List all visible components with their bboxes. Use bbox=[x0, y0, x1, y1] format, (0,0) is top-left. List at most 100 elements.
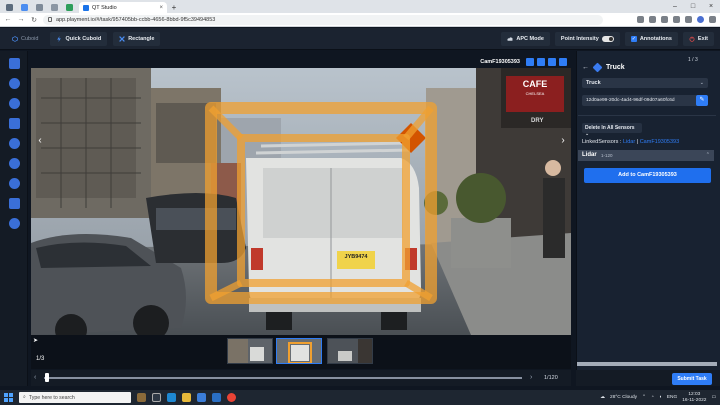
eye-tool-icon[interactable] bbox=[9, 218, 20, 229]
linked-lidar-link[interactable]: Lidar bbox=[623, 139, 635, 145]
collapse-icon[interactable]: ⌃ bbox=[706, 152, 710, 158]
lidar-section-header[interactable]: Lidar 1-120 ⌃ bbox=[578, 150, 714, 161]
class-select[interactable]: Truck ⌄ bbox=[582, 78, 708, 88]
exit-label: Exit bbox=[697, 35, 708, 42]
browser-menu-icon[interactable] bbox=[709, 16, 716, 23]
thumbnail-3[interactable] bbox=[327, 338, 373, 364]
contrast-tool-icon[interactable] bbox=[9, 178, 20, 189]
rectangle-button[interactable]: Rectangle bbox=[113, 31, 161, 46]
url-field[interactable]: app.playment.io/#/task/957405bb-ccbb-465… bbox=[43, 14, 603, 25]
taskbar-search[interactable]: ⌕ Type here to search bbox=[19, 392, 131, 403]
camera-info-icon[interactable] bbox=[526, 58, 534, 66]
annotations-label: Annotations bbox=[639, 35, 672, 42]
tab-favicon-5[interactable] bbox=[63, 2, 75, 13]
power-icon bbox=[689, 36, 695, 42]
prev-camera-arrow[interactable]: ‹ bbox=[35, 134, 45, 148]
chrome-icon[interactable] bbox=[227, 393, 236, 402]
network-icon[interactable]: ◔ bbox=[651, 395, 654, 400]
annotations-checkbox[interactable]: ✓ bbox=[630, 35, 637, 42]
windows-start-icon[interactable] bbox=[4, 393, 13, 402]
sidebar-icon[interactable] bbox=[685, 16, 692, 23]
tab-favicon-3[interactable] bbox=[33, 2, 45, 13]
lock-icon bbox=[48, 17, 52, 22]
thumbnail-2-image bbox=[277, 339, 321, 363]
store-icon[interactable] bbox=[197, 393, 206, 402]
tab-active[interactable]: QT Studio × bbox=[79, 2, 167, 13]
timeline-knob[interactable] bbox=[45, 373, 49, 382]
delete-chevron-icon: ⌄ bbox=[585, 131, 590, 137]
extensions-icon[interactable] bbox=[673, 16, 680, 23]
zoom-out-tool-icon[interactable] bbox=[9, 98, 20, 109]
camera-visibility-icon[interactable] bbox=[548, 58, 556, 66]
reload-icon[interactable]: ↻ bbox=[30, 16, 38, 24]
edge-icon[interactable] bbox=[167, 393, 176, 402]
image-tool-icon[interactable] bbox=[9, 198, 20, 209]
bookmark-star-icon[interactable] bbox=[661, 16, 668, 23]
viewer-header: CamF19305393 bbox=[31, 56, 571, 68]
camera-download-icon[interactable] bbox=[537, 58, 545, 66]
settings-tool-icon[interactable] bbox=[9, 158, 20, 169]
app-toolbar: Cuboid Quick Cuboid Rectangle APC Mode P… bbox=[0, 28, 720, 50]
quick-cuboid-button[interactable]: Quick Cuboid bbox=[50, 31, 108, 46]
maximize-icon[interactable]: □ bbox=[684, 0, 702, 13]
fit-view-tool-icon[interactable] bbox=[9, 118, 20, 129]
linked-cam-link[interactable]: CamF19305393 bbox=[640, 139, 679, 145]
share-icon[interactable] bbox=[649, 16, 656, 23]
clock[interactable]: 12:03 16-11-2022 bbox=[682, 392, 706, 403]
zoom-icon[interactable] bbox=[637, 16, 644, 23]
point-intensity-toggle[interactable] bbox=[601, 35, 614, 42]
shop-sign-text: CAFE bbox=[522, 79, 548, 89]
object-title: Truck bbox=[606, 64, 625, 71]
camera-image-viewer[interactable]: CAFE CHELSEA DRY JYB9474 bbox=[31, 68, 571, 335]
pencil-tool-icon[interactable] bbox=[9, 58, 20, 69]
next-camera-arrow[interactable]: › bbox=[558, 134, 568, 148]
forward-icon[interactable]: → bbox=[17, 16, 25, 23]
mail-icon[interactable] bbox=[212, 393, 221, 402]
news-widget-icon[interactable] bbox=[137, 393, 146, 402]
weather-text[interactable]: 28°C Cloudy bbox=[610, 395, 637, 400]
thumbnail-1[interactable] bbox=[227, 338, 273, 364]
volume-icon[interactable]: ◖ bbox=[659, 395, 662, 400]
timeline-next-icon[interactable]: › bbox=[530, 374, 532, 381]
delete-all-sensors-label: Delete In All Sensors bbox=[585, 125, 635, 131]
close-window-icon[interactable]: × bbox=[702, 0, 720, 13]
back-icon[interactable]: ← bbox=[4, 16, 12, 23]
tab-close-icon[interactable]: × bbox=[159, 5, 163, 11]
camera-label: CamF19305393 bbox=[480, 59, 520, 65]
minimize-icon[interactable]: – bbox=[666, 0, 684, 13]
add-to-camera-button[interactable]: Add to CamF19305393 bbox=[584, 168, 711, 183]
panel-scrollbar[interactable] bbox=[577, 362, 717, 366]
rotate-tool-icon[interactable] bbox=[9, 138, 20, 149]
notification-icon[interactable]: ▭ bbox=[711, 395, 716, 400]
task-view-icon[interactable] bbox=[152, 393, 161, 402]
zoom-in-tool-icon[interactable] bbox=[9, 78, 20, 89]
profile-avatar[interactable] bbox=[697, 16, 704, 23]
file-explorer-icon[interactable] bbox=[182, 393, 191, 402]
apc-mode-button[interactable]: APC Mode bbox=[501, 31, 550, 46]
timeline-prev-icon[interactable]: ‹ bbox=[34, 374, 36, 381]
submit-task-button[interactable]: Submit Task bbox=[672, 373, 712, 385]
tray-arrow-icon[interactable]: ⌃ bbox=[642, 395, 646, 400]
clock-date: 16-11-2022 bbox=[682, 397, 707, 403]
new-tab-button[interactable]: + bbox=[169, 2, 179, 13]
cuboid-button[interactable]: Cuboid bbox=[6, 32, 44, 46]
delete-all-sensors-button[interactable]: Delete In All Sensors ⌄ bbox=[582, 123, 642, 137]
point-intensity-control[interactable]: Point Intensity bbox=[554, 31, 620, 46]
tab-favicon-2[interactable] bbox=[18, 2, 30, 13]
tab-favicon-1[interactable] bbox=[3, 2, 15, 13]
thumbnail-2[interactable] bbox=[276, 338, 322, 364]
timeline-frame-count: 1/120 bbox=[544, 375, 558, 381]
timeline-track[interactable] bbox=[44, 377, 522, 379]
annotations-control[interactable]: ✓ Annotations bbox=[624, 31, 678, 46]
tab-favicon-4[interactable] bbox=[48, 2, 60, 13]
linked-sensors: LinkedSensors : Lidar | CamF19305393 bbox=[582, 139, 680, 145]
dry-sign: DRY bbox=[531, 118, 544, 124]
language-indicator[interactable]: ENG bbox=[667, 395, 677, 400]
exit-button[interactable]: Exit bbox=[682, 31, 714, 46]
back-arrow-icon[interactable]: ← bbox=[582, 64, 589, 71]
object-header: ← Truck bbox=[582, 62, 625, 73]
system-tray: ☁ 28°C Cloudy ⌃ ◔ ◖ ENG 12:03 16-11-2022… bbox=[600, 392, 716, 403]
weather-icon: ☁ bbox=[600, 395, 606, 400]
edit-id-button[interactable]: ✎ bbox=[696, 95, 708, 106]
camera-expand-icon[interactable] bbox=[559, 58, 567, 66]
